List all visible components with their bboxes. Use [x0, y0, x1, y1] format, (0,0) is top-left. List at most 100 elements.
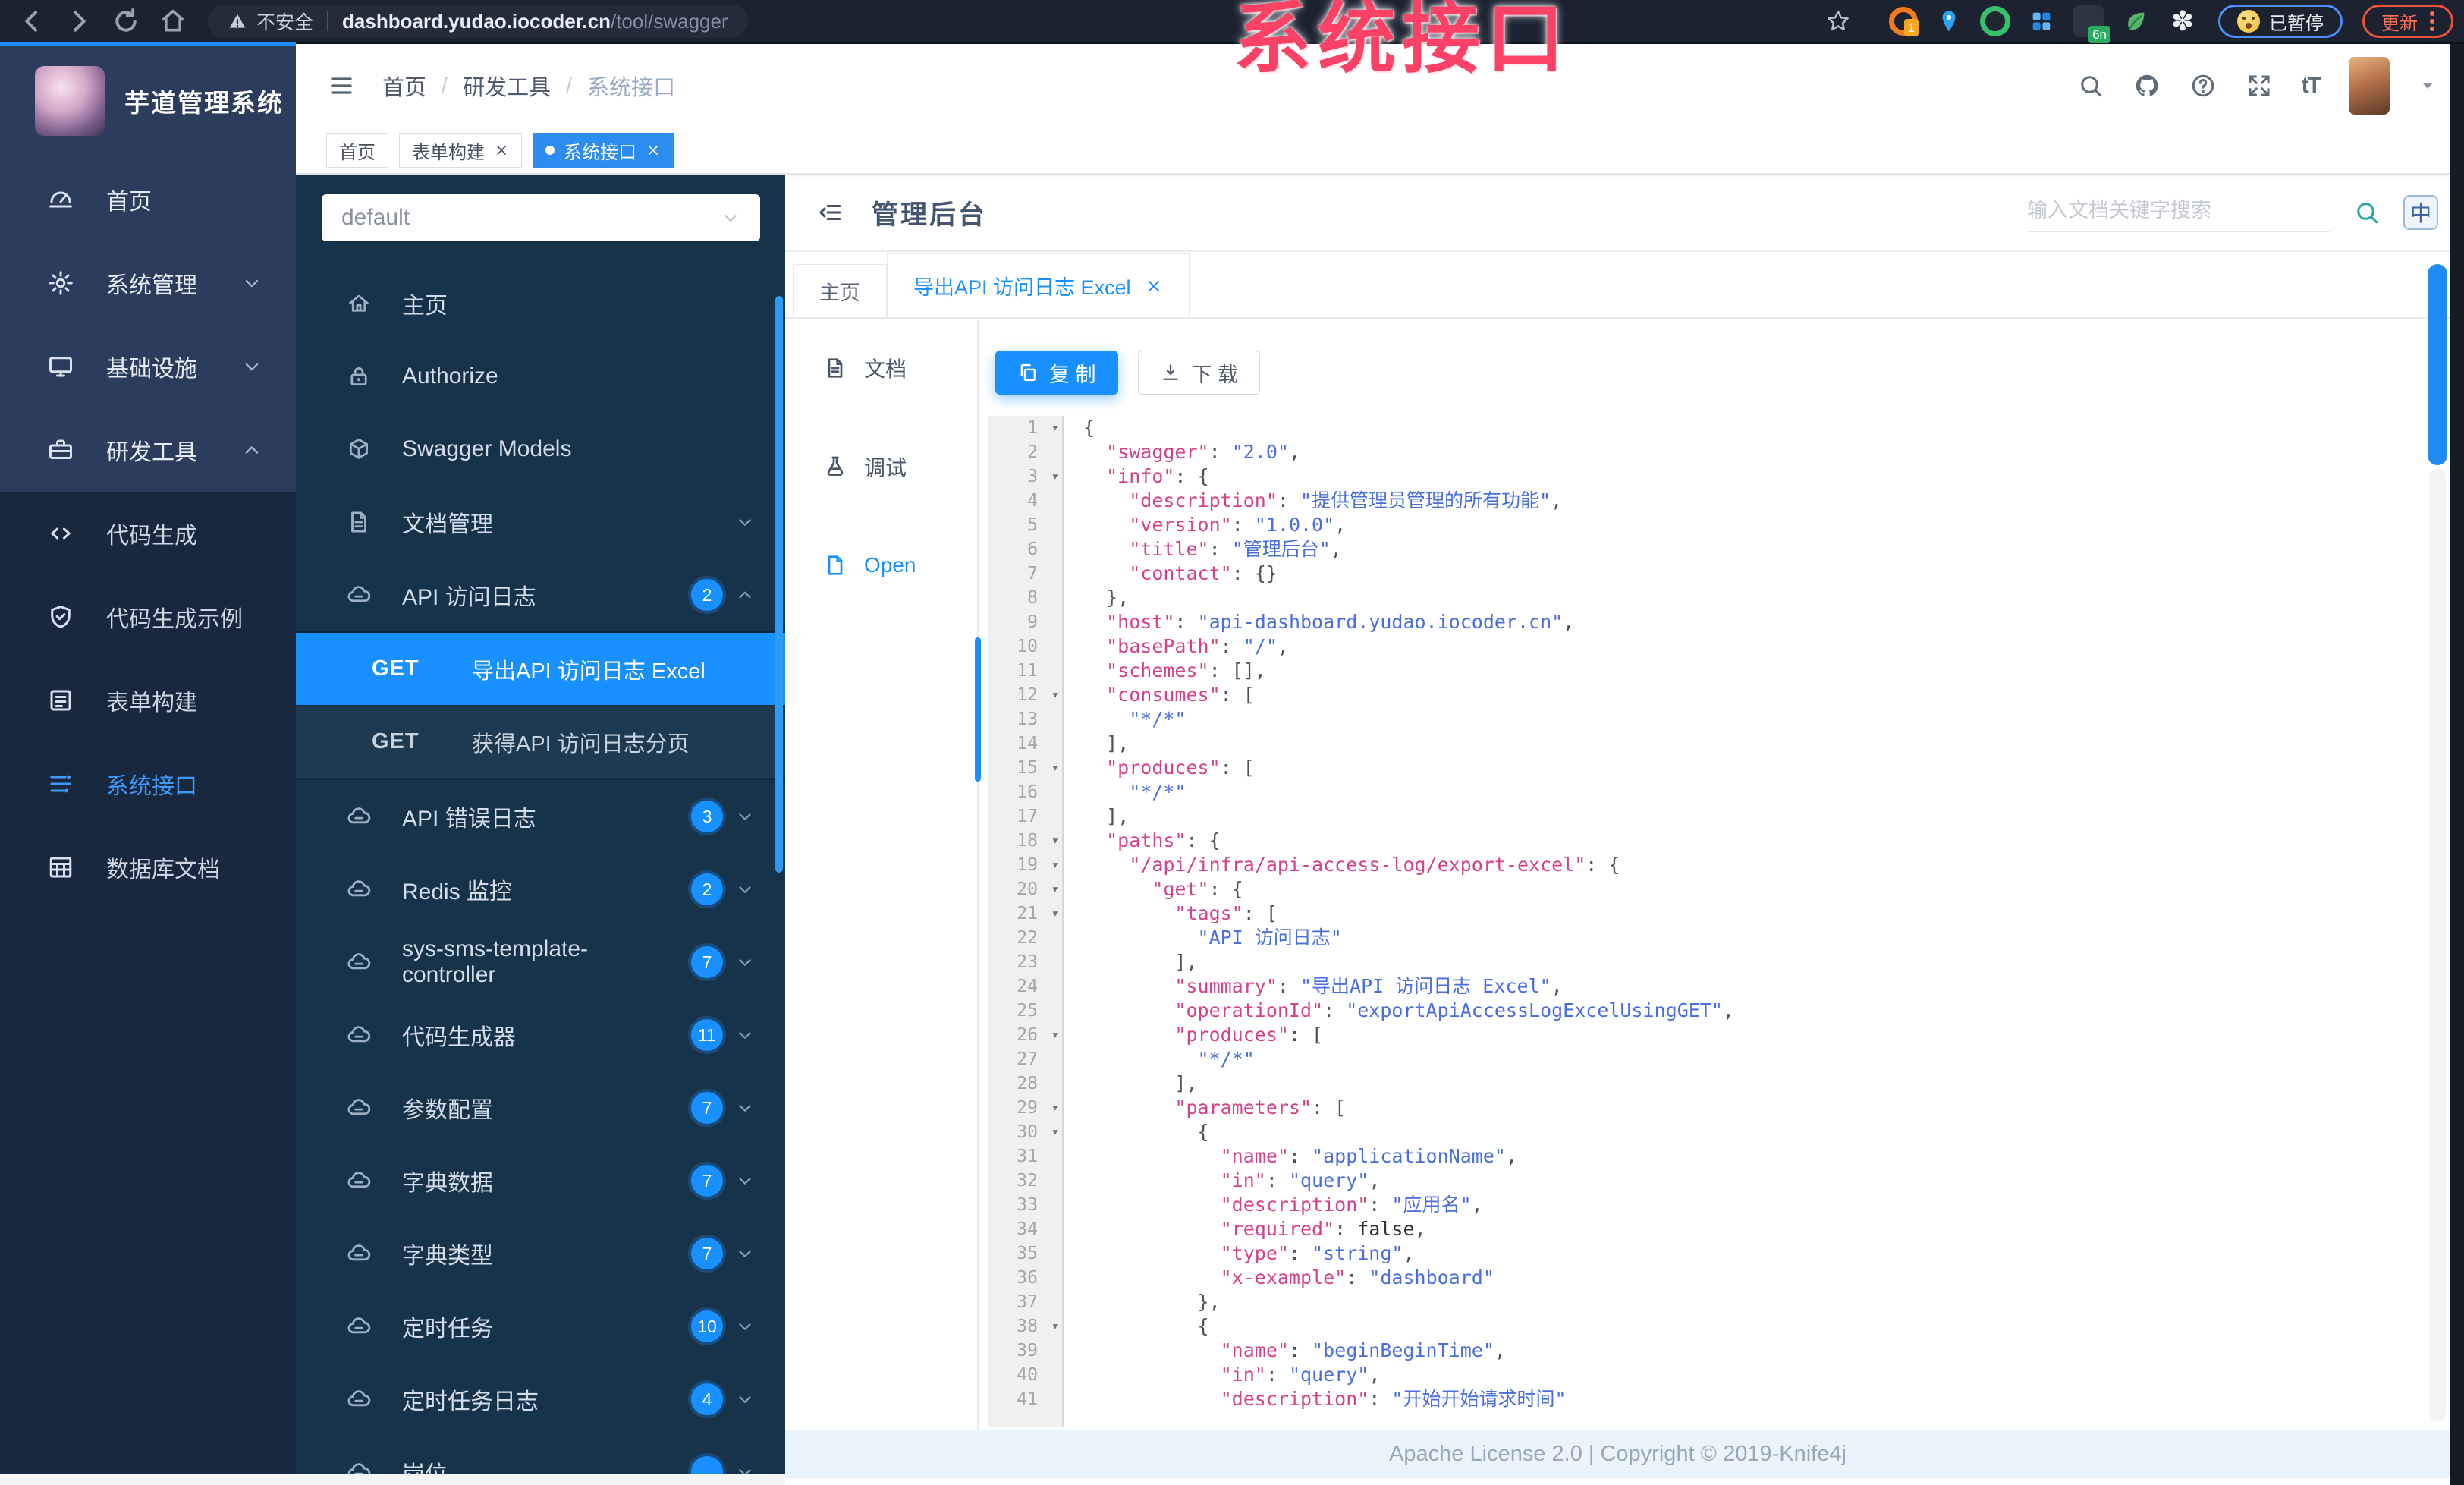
- breadcrumb-item[interactable]: 研发工具: [463, 70, 551, 102]
- sidebar-item-label: 首页: [106, 190, 152, 215]
- doc-search-input[interactable]: 输入文档关键字搜索: [2027, 193, 2330, 232]
- fold-arrow-icon[interactable]: ▾: [1051, 829, 1059, 853]
- sidebar-subitem-代码生成[interactable]: 代码生成: [0, 492, 296, 575]
- swagger-menu-item-字典数据[interactable]: 字典数据 7: [296, 1144, 785, 1217]
- doc-tab-主页[interactable]: 主页: [793, 264, 887, 317]
- code-line: "name": "beginBeginTime",: [1220, 1339, 1506, 1361]
- fold-arrow-icon[interactable]: ▾: [1051, 464, 1059, 489]
- code-line: "type": "string",: [1220, 1242, 1415, 1264]
- fold-arrow-icon[interactable]: ▾: [1051, 1096, 1059, 1120]
- swagger-menu-item-主页[interactable]: 主页: [296, 267, 785, 340]
- sidebar-item-label: 基础设施: [106, 357, 197, 382]
- fold-arrow-icon[interactable]: ▾: [1051, 683, 1059, 707]
- address-bar[interactable]: 不安全 dashboard.yudao.iocoder.cn /tool/swa…: [208, 5, 748, 38]
- vertical-scrollbar-track[interactable]: [2429, 469, 2446, 1421]
- extension-icon-orange[interactable]: 1: [1889, 7, 1919, 36]
- code-line: "x-example": "dashboard": [1220, 1266, 1494, 1288]
- app-logo-row[interactable]: 芋道管理系统: [0, 44, 296, 158]
- operation-获得API 访问日志分页[interactable]: GET 获得API 访问日志分页: [296, 706, 785, 779]
- download-button[interactable]: 下 载: [1137, 351, 1261, 395]
- swagger-menu-item-参数配置[interactable]: 参数配置 7: [296, 1071, 785, 1144]
- line-number: 34: [1017, 1219, 1038, 1239]
- copy-button[interactable]: 复 制: [995, 351, 1118, 395]
- tag-view-系统接口[interactable]: 系统接口: [533, 133, 674, 168]
- operation-导出API 访问日志 Excel[interactable]: GET 导出API 访问日志 Excel: [296, 633, 785, 706]
- hamburger-icon[interactable]: [328, 72, 355, 99]
- close-icon[interactable]: [1145, 277, 1163, 295]
- close-icon[interactable]: [494, 143, 509, 158]
- swagger-menu-scrollbar[interactable]: [775, 296, 783, 873]
- extension-icon-grid[interactable]: [2026, 5, 2057, 37]
- update-browser-button[interactable]: 更新: [2362, 5, 2453, 38]
- json-editor[interactable]: 1 ▾ 2 3 ▾ 4 5 6 7 8 9 10 11 12 ▾ 13 14 15 ▾ 16 17 18 ▾ 19 ▾ 20 ▾ 21…: [988, 416, 2424, 1427]
- fold-arrow-icon[interactable]: ▾: [1051, 756, 1059, 780]
- update-label: 更新: [2381, 13, 2418, 34]
- fold-arrow-icon[interactable]: ▾: [1051, 853, 1059, 877]
- menu-item-meta: 2: [691, 579, 755, 611]
- sidebar-subitem-系统接口[interactable]: 系统接口: [0, 742, 296, 826]
- fold-arrow-icon[interactable]: ▾: [1051, 1023, 1059, 1047]
- chevron-up-icon: [241, 439, 262, 461]
- sidebar-item-首页[interactable]: 首页: [0, 158, 296, 241]
- sidebar-subitem-数据库文档[interactable]: 数据库文档: [0, 826, 296, 909]
- breadcrumb-item[interactable]: 首页: [382, 70, 426, 102]
- swagger-menu-item-代码生成器[interactable]: 代码生成器 11: [296, 999, 785, 1071]
- search-icon[interactable]: [2077, 72, 2104, 99]
- sidebar-subitem-表单构建[interactable]: 表单构建: [0, 659, 296, 742]
- api-cloud-icon: [346, 804, 372, 829]
- rail-item-Open[interactable]: Open: [785, 516, 977, 615]
- fold-arrow-icon[interactable]: ▾: [1051, 416, 1059, 440]
- swagger-menu-item-sys-sms-template-controller[interactable]: sys-sms-template-controller 7: [296, 926, 785, 999]
- rail-item-文档[interactable]: 文档: [785, 319, 977, 417]
- line-number: 8: [1027, 588, 1038, 608]
- swagger-menu-item-字典类型[interactable]: 字典类型 7: [296, 1217, 785, 1290]
- font-size-icon[interactable]: tT: [2302, 73, 2321, 99]
- extension-icon-green-ring[interactable]: [1980, 6, 2010, 36]
- language-toggle[interactable]: 中: [2403, 195, 2438, 230]
- swagger-menu-item-API 访问日志[interactable]: API 访问日志 2: [296, 558, 785, 631]
- close-icon[interactable]: [646, 143, 661, 158]
- sidebar-item-研发工具[interactable]: 研发工具: [0, 408, 296, 492]
- group-select[interactable]: default: [322, 194, 760, 241]
- github-icon[interactable]: [2133, 72, 2161, 99]
- collapse-menu-icon[interactable]: [817, 200, 843, 225]
- kebab-menu-icon[interactable]: [2430, 11, 2434, 31]
- swagger-menu-item-定时任务[interactable]: 定时任务 10: [296, 1290, 785, 1363]
- bookmark-star-icon[interactable]: [1825, 8, 1851, 34]
- fullscreen-icon[interactable]: [2246, 72, 2273, 99]
- extension-icon-dark[interactable]: 6n: [2073, 5, 2110, 43]
- doc-search-icon[interactable]: [2353, 199, 2381, 226]
- paused-extension-button[interactable]: 已暂停: [2218, 5, 2343, 38]
- rail-item-调试[interactable]: 调试: [785, 417, 977, 516]
- help-icon[interactable]: [2189, 72, 2217, 99]
- fold-arrow-icon[interactable]: ▾: [1051, 901, 1059, 926]
- swagger-menu-item-文档管理[interactable]: 文档管理: [296, 486, 785, 558]
- browser-forward-icon[interactable]: [64, 6, 94, 36]
- browser-reload-icon[interactable]: [111, 6, 141, 36]
- fold-arrow-icon[interactable]: ▾: [1051, 1314, 1059, 1339]
- swagger-menu-item-Authorize[interactable]: Authorize: [296, 340, 785, 413]
- swagger-menu-item-Swagger Models[interactable]: Swagger Models: [296, 413, 785, 486]
- fold-arrow-icon[interactable]: ▾: [1051, 877, 1059, 901]
- sidebar-item-系统管理[interactable]: 系统管理: [0, 241, 296, 325]
- vertical-scrollbar-thumb[interactable]: [2428, 264, 2447, 465]
- browser-home-icon[interactable]: [158, 6, 188, 36]
- swagger-menu-item-API 错误日志[interactable]: API 错误日志 3: [296, 780, 785, 853]
- chevron-down-icon[interactable]: [2418, 77, 2437, 95]
- sidebar-item-基础设施[interactable]: 基础设施: [0, 325, 296, 408]
- fold-arrow-icon[interactable]: ▾: [1051, 1120, 1059, 1144]
- doc-tab-导出API 访问日志 Excel[interactable]: 导出API 访问日志 Excel: [887, 253, 1190, 317]
- code-line: "operationId": "exportApiAccessLogExcelU…: [1174, 999, 1734, 1021]
- avatar[interactable]: [2349, 57, 2390, 115]
- swagger-menu-item-Redis 监控[interactable]: Redis 监控 2: [296, 853, 785, 926]
- swagger-menu-item-岗位[interactable]: 岗位: [296, 1436, 785, 1474]
- tag-view-首页[interactable]: 首页: [326, 133, 388, 168]
- browser-back-icon[interactable]: [17, 6, 47, 36]
- swagger-menu-item-定时任务日志[interactable]: 定时任务日志 4: [296, 1363, 785, 1436]
- extension-icon-leaf[interactable]: [2120, 5, 2151, 37]
- sidebar-subitem-代码生成示例[interactable]: 代码生成示例: [0, 575, 296, 659]
- extension-icon-flower[interactable]: ✽: [2167, 5, 2198, 37]
- tag-view-表单构建[interactable]: 表单构建: [399, 133, 522, 168]
- security-label: 不安全: [256, 12, 314, 33]
- extension-icon-pin[interactable]: [1933, 5, 1965, 37]
